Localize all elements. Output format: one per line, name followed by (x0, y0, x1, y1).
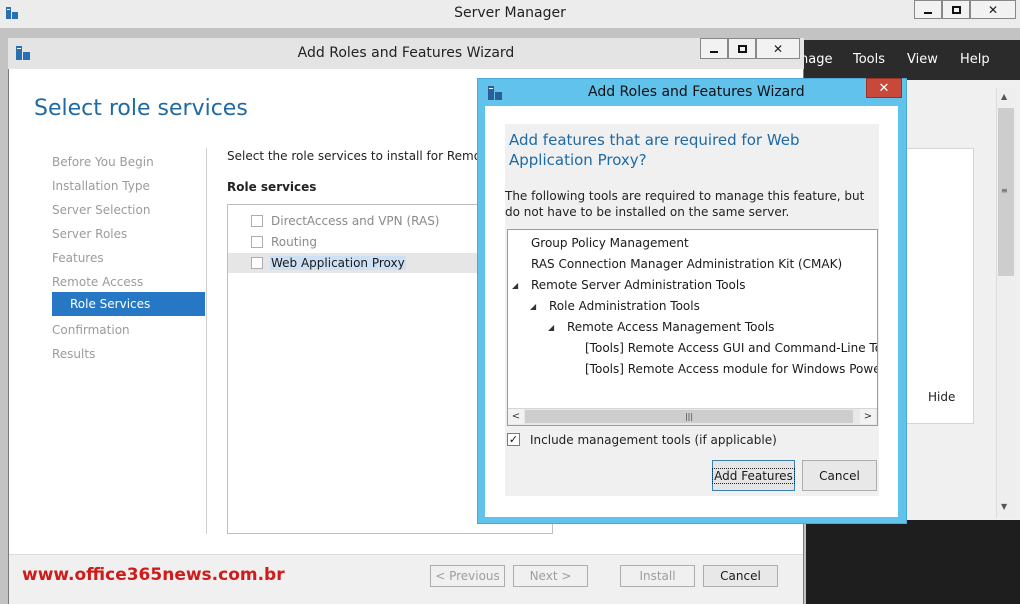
scroll-grip-icon: ≡ (1001, 186, 1008, 195)
nav-installation-type[interactable]: Installation Type (52, 179, 150, 193)
role-row-web-application-proxy[interactable]: Web Application Proxy (228, 253, 478, 273)
tree-item-powershell-module: [Tools] Remote Access module for Windows… (585, 362, 877, 376)
wizard-minimize-button[interactable] (700, 38, 728, 59)
nav-results[interactable]: Results (52, 347, 95, 361)
maximize-icon (951, 5, 961, 14)
minimize-icon (924, 11, 932, 14)
nav-remote-access[interactable]: Remote Access (52, 275, 143, 289)
dialog-app-icon (488, 86, 502, 100)
role-label: Routing (271, 235, 318, 249)
include-tools-checkbox[interactable]: ✓ (507, 433, 520, 446)
expand-triangle-icon[interactable]: ◢ (512, 281, 518, 290)
checkmark-icon: ✓ (508, 433, 519, 446)
role-checkbox[interactable] (251, 236, 263, 248)
expand-triangle-icon[interactable]: ◢ (530, 302, 536, 311)
nav-role-services[interactable]: Role Services (52, 292, 205, 316)
dialog-description: The following tools are required to mana… (505, 189, 865, 219)
dialog-heading: Add features that are required for Web A… (509, 131, 800, 169)
tree-item-gui-tools: [Tools] Remote Access GUI and Command-Li… (585, 341, 877, 355)
server-manager-titlebar: Server Manager (0, 0, 1020, 28)
install-button[interactable]: Install (620, 565, 695, 587)
page-title: Select role services (34, 96, 248, 121)
role-label: DirectAccess and VPN (RAS) (271, 214, 440, 228)
server-manager-dark-area (806, 520, 1020, 604)
tree-item-group-policy: Group Policy Management (531, 236, 689, 250)
wizard-maximize-button[interactable] (728, 38, 756, 59)
wizard-close-button[interactable]: ✕ (756, 38, 800, 59)
scroll-grip-icon: ||| (684, 412, 694, 421)
close-icon: ✕ (878, 80, 890, 96)
nav-server-selection[interactable]: Server Selection (52, 203, 150, 217)
cancel-button[interactable]: Cancel (703, 565, 778, 587)
previous-button[interactable]: < Previous (430, 565, 505, 587)
role-services-header: Role services (227, 180, 317, 194)
role-row-directaccess[interactable]: DirectAccess and VPN (RAS) (228, 211, 478, 231)
hide-link[interactable]: Hide (928, 390, 955, 404)
scroll-left-icon[interactable]: < (508, 409, 524, 424)
close-icon: ✕ (987, 2, 999, 17)
nav-divider (206, 148, 207, 534)
add-features-button[interactable]: Add Features (712, 460, 795, 491)
role-checkbox[interactable] (251, 257, 263, 269)
maximize-icon (737, 44, 747, 53)
menu-view[interactable]: View (907, 52, 938, 67)
nav-server-roles[interactable]: Server Roles (52, 227, 127, 241)
nav-before-you-begin[interactable]: Before You Begin (52, 155, 154, 169)
tree-item-role-admin-tools: Role Administration Tools (549, 299, 700, 313)
add-features-label: Add Features (712, 467, 795, 484)
scroll-down-icon[interactable]: ▼ (1001, 502, 1007, 511)
role-services-intro: Select the role services to install for … (227, 149, 477, 163)
role-label: Web Application Proxy (270, 256, 406, 270)
nav-confirmation[interactable]: Confirmation (52, 323, 130, 337)
sm-maximize-button[interactable] (942, 0, 970, 19)
next-button[interactable]: Next > (513, 565, 588, 587)
server-manager-menubar: nage Tools View Help (800, 40, 1020, 80)
wizard-title: Add Roles and Features Wizard (297, 45, 515, 61)
expand-triangle-icon[interactable]: ◢ (548, 323, 554, 332)
server-manager-title: Server Manager (454, 5, 566, 21)
role-row-routing[interactable]: Routing (228, 232, 478, 252)
sm-close-button[interactable]: ✕ (970, 0, 1016, 19)
include-tools-label: Include management tools (if applicable) (530, 433, 777, 447)
nav-role-services-label: Role Services (70, 297, 151, 311)
scroll-right-icon[interactable]: > (860, 409, 876, 424)
tree-item-cmak: RAS Connection Manager Administration Ki… (531, 257, 843, 271)
tree-viewport: Group Policy Management RAS Connection M… (508, 230, 877, 408)
role-checkbox[interactable] (251, 215, 263, 227)
watermark-text: www.office365news.com.br (22, 565, 285, 585)
scroll-up-icon[interactable]: ▲ (1001, 92, 1007, 101)
sm-minimize-button[interactable] (914, 0, 942, 19)
dialog-close-button[interactable]: ✕ (866, 78, 902, 98)
dialog-title: Add Roles and Features Wizard (588, 84, 805, 100)
wizard-app-icon (16, 46, 30, 60)
menu-tools[interactable]: Tools (853, 52, 885, 67)
minimize-icon (710, 50, 718, 53)
tree-scroll-thumb[interactable]: ||| (525, 410, 853, 423)
tree-item-remote-access-mgmt: Remote Access Management Tools (567, 320, 775, 334)
nav-features[interactable]: Features (52, 251, 104, 265)
wizard-titlebar: Add Roles and Features Wizard (8, 38, 804, 69)
server-manager-app-icon (6, 7, 18, 19)
menu-manage[interactable]: nage (800, 52, 832, 67)
menu-help[interactable]: Help (960, 52, 990, 67)
tree-item-rsat: Remote Server Administration Tools (531, 278, 746, 292)
close-icon: ✕ (772, 41, 784, 56)
dialog-cancel-button[interactable]: Cancel (802, 460, 877, 491)
